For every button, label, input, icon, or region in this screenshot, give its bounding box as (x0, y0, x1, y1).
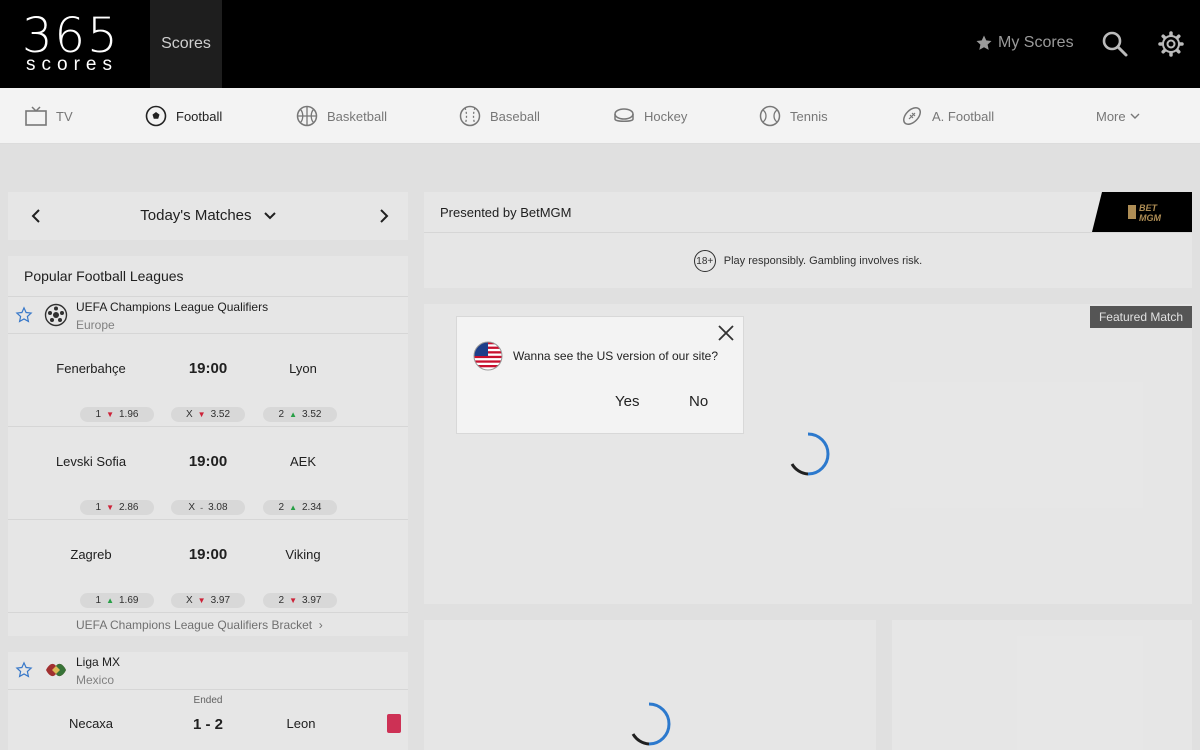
sport-tab-tennis[interactable]: Tennis (759, 88, 828, 144)
my-scores-label: My Scores (998, 34, 1074, 51)
football-icon (145, 105, 167, 127)
sport-label: Baseball (490, 108, 540, 124)
sport-tab-american-football[interactable]: A. Football (901, 88, 994, 144)
modal-overlay (0, 144, 1200, 750)
sport-tab-more[interactable]: More (1096, 88, 1140, 144)
no-button[interactable]: No (689, 393, 708, 410)
sport-tab-baseball[interactable]: Baseball (459, 88, 540, 144)
sport-label: More (1096, 108, 1126, 124)
scores-tab[interactable]: Scores (150, 0, 222, 88)
sport-tab-tv[interactable]: TV (25, 88, 73, 144)
logo-word: scores (26, 54, 118, 75)
tv-icon (25, 106, 47, 126)
top-header: 365 scores Scores My Scores (0, 0, 1200, 88)
sport-label: Hockey (644, 108, 688, 124)
sport-tab-football[interactable]: Football (145, 88, 222, 144)
sport-tab-basketball[interactable]: Basketball (296, 88, 387, 144)
gear-icon[interactable] (1157, 30, 1185, 58)
my-scores-link[interactable]: My Scores (975, 34, 1074, 52)
logo-365scores[interactable]: 365 scores (22, 8, 132, 75)
american-football-icon (903, 107, 921, 125)
sport-label: Tennis (790, 108, 828, 124)
basketball-icon (296, 105, 318, 127)
tennis-icon (759, 105, 781, 127)
sports-nav: TV Football Basketball Baseball Hockey T… (0, 88, 1200, 144)
sport-label: Football (176, 108, 223, 124)
dialog-message: Wanna see the US version of our site? (513, 349, 718, 363)
baseball-icon (459, 105, 481, 127)
yes-button[interactable]: Yes (615, 393, 639, 410)
sport-tab-hockey[interactable]: Hockey (613, 88, 687, 144)
hockey-icon (614, 108, 634, 122)
search-icon[interactable] (1101, 30, 1129, 58)
us-flag-icon (473, 341, 503, 371)
star-icon (976, 35, 992, 50)
sport-label: Basketball (327, 108, 387, 124)
close-icon[interactable] (717, 324, 735, 342)
sport-label: TV (56, 108, 73, 124)
sport-label: A. Football (932, 108, 995, 124)
logo-number: 365 (22, 8, 120, 64)
us-version-dialog: Wanna see the US version of our site? Ye… (457, 317, 743, 433)
chevron-down-icon (1130, 113, 1140, 119)
